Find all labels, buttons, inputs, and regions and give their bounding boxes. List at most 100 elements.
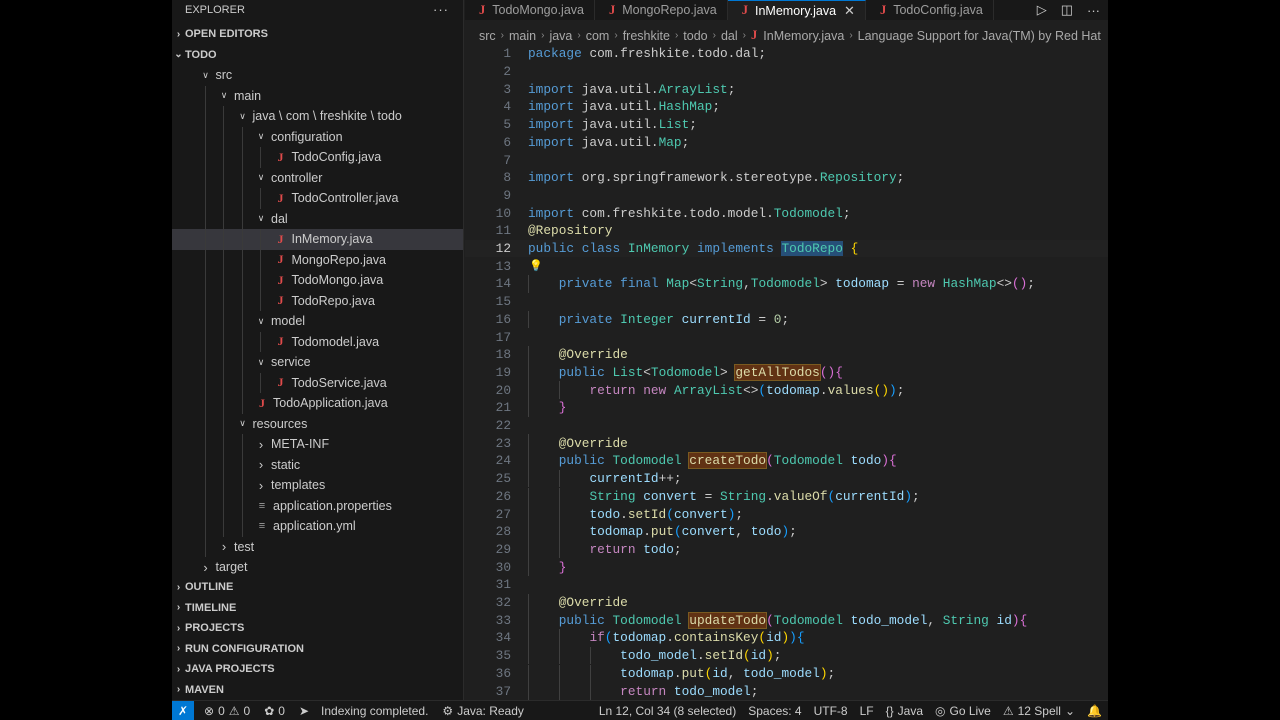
section-timeline[interactable]: › TIMELINE bbox=[172, 598, 463, 619]
tree-file[interactable]: J InMemory.java bbox=[172, 229, 463, 250]
tree-folder[interactable]: › templates bbox=[172, 475, 463, 496]
section-run-configuration[interactable]: › RUN CONFIGURATION bbox=[172, 639, 463, 660]
more-actions-icon[interactable]: ··· bbox=[433, 2, 449, 17]
code-line[interactable]: 20 return new ArrayList<>(todomap.values… bbox=[465, 381, 1108, 399]
breadcrumb-item[interactable]: src bbox=[479, 29, 496, 43]
code-line[interactable]: 33 public Todomodel updateTodo(Todomodel… bbox=[465, 611, 1108, 630]
editor-tab[interactable]: J TodoMongo.java bbox=[465, 0, 595, 20]
indentation[interactable]: Spaces: 4 bbox=[748, 704, 801, 718]
tree-file[interactable]: J TodoConfig.java bbox=[172, 147, 463, 168]
code-line[interactable]: 31 bbox=[465, 576, 1108, 594]
tree-folder[interactable]: ∨ service bbox=[172, 352, 463, 373]
more-actions-icon[interactable]: ··· bbox=[1087, 3, 1100, 18]
code-line[interactable]: 26 String convert = String.valueOf(curre… bbox=[465, 487, 1108, 506]
tree-folder[interactable]: ∨ java \ com \ freshkite \ todo bbox=[172, 106, 463, 127]
code-line[interactable]: 1 package com.freshkite.todo.dal; bbox=[465, 45, 1108, 63]
tree-file[interactable]: ≡ application.properties bbox=[172, 495, 463, 516]
code-line[interactable]: 7 bbox=[465, 151, 1108, 169]
code-line[interactable]: 16 private Integer currentId = 0; bbox=[465, 310, 1108, 329]
section-projects[interactable]: › PROJECTS bbox=[172, 618, 463, 639]
editor-tab[interactable]: J TodoConfig.java bbox=[866, 0, 994, 20]
code-line[interactable]: 23 @Override bbox=[465, 434, 1108, 453]
code-line[interactable]: 13 💡 bbox=[465, 257, 1108, 275]
code-line[interactable]: 30 } bbox=[465, 558, 1108, 576]
breadcrumb-item[interactable]: InMemory.java bbox=[763, 29, 844, 43]
code-line[interactable]: 35 todo_model.setId(id); bbox=[465, 646, 1108, 665]
breadcrumb-item[interactable]: Language Support for Java(TM) by Red Hat bbox=[858, 29, 1101, 43]
indexing-status[interactable]: ➤ Indexing completed. bbox=[299, 704, 428, 718]
code-line[interactable]: 10 import com.freshkite.todo.model.Todomo… bbox=[465, 204, 1108, 222]
code-line[interactable]: 2 bbox=[465, 63, 1108, 81]
tree-folder[interactable]: › static bbox=[172, 454, 463, 475]
remote-indicator-icon[interactable]: ✗ bbox=[172, 700, 194, 720]
ports-indicator[interactable]: ✿ 0 bbox=[264, 704, 285, 718]
section-java-projects[interactable]: › JAVA PROJECTS bbox=[172, 659, 463, 680]
tree-file[interactable]: J Todomodel.java bbox=[172, 331, 463, 352]
tree-folder[interactable]: › test bbox=[172, 536, 463, 557]
spell-check[interactable]: ⚠ 12 Spell ⌄ bbox=[1003, 704, 1075, 718]
section-open-editors[interactable]: › OPEN EDITORS bbox=[172, 24, 463, 45]
code-line[interactable]: 8 import org.springframework.stereotype.R… bbox=[465, 169, 1108, 187]
code-line[interactable]: 12 public class InMemory implements TodoR… bbox=[465, 239, 1108, 258]
breadcrumb-item[interactable]: dal bbox=[721, 29, 738, 43]
code-line[interactable]: 15 bbox=[465, 293, 1108, 311]
language-mode[interactable]: {} Java bbox=[886, 704, 923, 718]
tree-file[interactable]: J MongoRepo.java bbox=[172, 249, 463, 270]
go-live-button[interactable]: ◎ Go Live bbox=[935, 704, 991, 718]
code-line[interactable]: 28 todomap.put(convert, todo); bbox=[465, 522, 1108, 541]
breadcrumb-item[interactable]: todo bbox=[683, 29, 707, 43]
end-of-line[interactable]: LF bbox=[860, 704, 874, 718]
code-line[interactable]: 29 return todo; bbox=[465, 540, 1108, 559]
split-editor-icon[interactable]: ◫ bbox=[1061, 2, 1073, 18]
problems-indicator[interactable]: ⊗ 0 ⚠ 0 bbox=[204, 704, 250, 718]
code-line[interactable]: 3 import java.util.ArrayList; bbox=[465, 80, 1108, 98]
breadcrumb-item[interactable]: main bbox=[509, 29, 536, 43]
notifications-button[interactable]: 🔔 bbox=[1087, 704, 1102, 718]
code-line[interactable]: 18 @Override bbox=[465, 345, 1108, 364]
breadcrumb-item[interactable]: com bbox=[586, 29, 610, 43]
code-line[interactable]: 19 public List<Todomodel> getAllTodos(){ bbox=[465, 363, 1108, 382]
code-line[interactable]: 24 public Todomodel createTodo(Todomodel… bbox=[465, 452, 1108, 470]
tree-folder[interactable]: › target bbox=[172, 557, 463, 578]
code-line[interactable]: 25 currentId++; bbox=[465, 469, 1108, 488]
code-line[interactable]: 32 @Override bbox=[465, 593, 1108, 612]
editor-tab[interactable]: J MongoRepo.java bbox=[595, 0, 728, 20]
tree-file[interactable]: ≡ application.yml bbox=[172, 516, 463, 537]
editor-tab[interactable]: J InMemory.java ✕ bbox=[727, 0, 866, 20]
java-status[interactable]: ⚙ Java: Ready bbox=[442, 704, 523, 718]
tree-folder[interactable]: › META-INF bbox=[172, 434, 463, 455]
code-line[interactable]: 11 @Repository bbox=[465, 222, 1108, 240]
code-line[interactable]: 37 return todo_model; bbox=[465, 682, 1108, 700]
encoding[interactable]: UTF-8 bbox=[814, 704, 848, 718]
tree-file[interactable]: J TodoApplication.java bbox=[172, 393, 463, 414]
code-line[interactable]: 27 todo.setId(convert); bbox=[465, 505, 1108, 523]
tree-file[interactable]: J TodoController.java bbox=[172, 188, 463, 209]
code-line[interactable]: 5 import java.util.List; bbox=[465, 116, 1108, 134]
tree-file[interactable]: J TodoRepo.java bbox=[172, 290, 463, 311]
code-editor[interactable]: 1 package com.freshkite.todo.dal; 2 3 import… bbox=[465, 45, 1108, 700]
lightbulb-icon[interactable]: 💡 bbox=[529, 259, 543, 273]
section-todo[interactable]: ⌄ TODO bbox=[172, 45, 463, 66]
tree-folder[interactable]: ∨ main bbox=[172, 85, 463, 106]
cursor-position[interactable]: Ln 12, Col 34 (8 selected) bbox=[599, 704, 736, 718]
code-line[interactable]: 4 import java.util.HashMap; bbox=[465, 98, 1108, 116]
tree-folder[interactable]: ∨ controller bbox=[172, 167, 463, 188]
code-line[interactable]: 21 } bbox=[465, 399, 1108, 417]
tree-folder[interactable]: ∨ configuration bbox=[172, 126, 463, 147]
code-line[interactable]: 9 bbox=[465, 187, 1108, 205]
code-line[interactable]: 17 bbox=[465, 328, 1108, 346]
tree-file[interactable]: J TodoMongo.java bbox=[172, 270, 463, 291]
code-line[interactable]: 22 bbox=[465, 417, 1108, 435]
section-maven[interactable]: › MAVEN bbox=[172, 680, 463, 701]
code-line[interactable]: 34 if(todomap.containsKey(id)){ bbox=[465, 629, 1108, 647]
section-outline[interactable]: › OUTLINE bbox=[172, 577, 463, 598]
tree-folder[interactable]: ∨ dal bbox=[172, 208, 463, 229]
code-line[interactable]: 6 import java.util.Map; bbox=[465, 134, 1108, 152]
breadcrumb-item[interactable]: java bbox=[549, 29, 572, 43]
code-line[interactable]: 36 todomap.put(id, todo_model); bbox=[465, 664, 1108, 683]
tree-folder[interactable]: ∨ src bbox=[172, 65, 463, 86]
tree-file[interactable]: J TodoService.java bbox=[172, 372, 463, 393]
tree-folder[interactable]: ∨ model bbox=[172, 311, 463, 332]
code-line[interactable]: 14 private final Map<String,Todomodel> t… bbox=[465, 275, 1108, 293]
run-icon[interactable]: ▷ bbox=[1037, 2, 1047, 18]
